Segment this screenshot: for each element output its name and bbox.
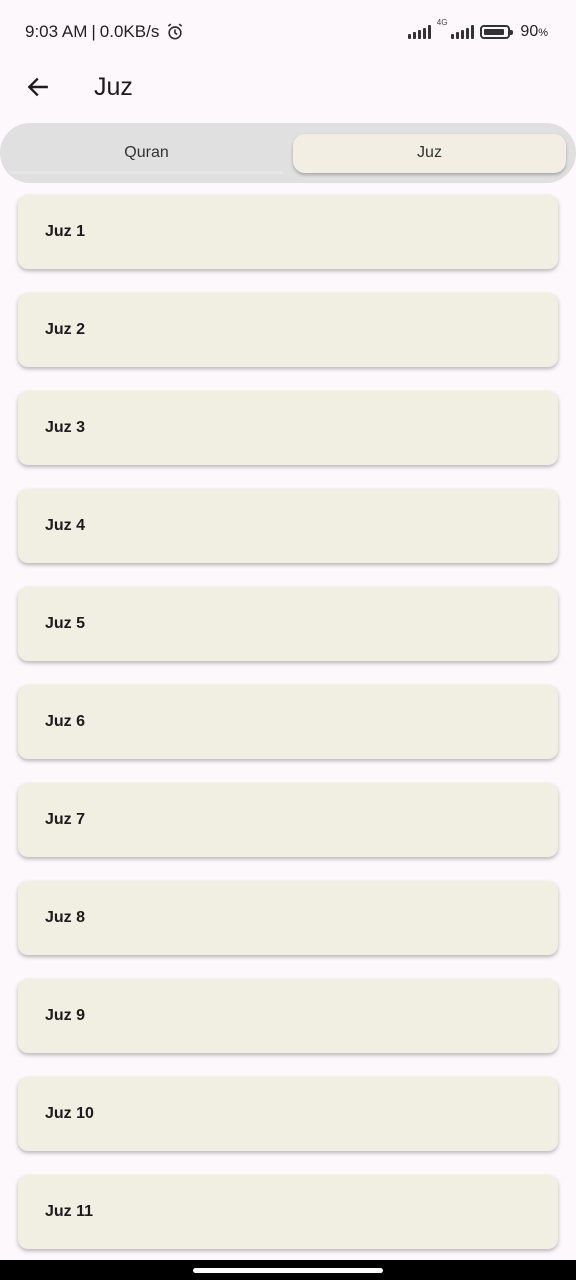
status-bar: 9:03 AM | 0.0KB/s 4G 90% [0, 0, 576, 64]
status-left: 9:03 AM | 0.0KB/s [25, 22, 185, 42]
juz-list-item[interactable]: Juz 9 [18, 979, 558, 1053]
tab-juz-label: Juz [417, 144, 442, 161]
network-type: 4G [436, 18, 448, 27]
juz-item-label: Juz 8 [45, 909, 86, 926]
tab-quran-label: Quran [124, 143, 169, 161]
segmented-tabs: Quran Juz [0, 123, 576, 183]
battery-percent: 90% [520, 23, 548, 41]
app-bar: Juz [0, 64, 576, 110]
system-nav-bar [0, 1260, 576, 1280]
juz-list-item[interactable]: Juz 2 [18, 293, 558, 367]
tab-juz[interactable]: Juz [293, 133, 566, 173]
juz-item-label: Juz 9 [45, 1007, 86, 1024]
juz-item-label: Juz 11 [45, 1203, 94, 1220]
juz-item-label: Juz 3 [45, 419, 86, 436]
battery-fill [484, 29, 505, 35]
juz-item-label: Juz 2 [45, 321, 86, 338]
juz-list-item[interactable]: Juz 7 [18, 783, 558, 857]
juz-screen: 9:03 AM | 0.0KB/s 4G 90% Juz Quran Juz J… [0, 0, 576, 1280]
juz-item-label: Juz 10 [45, 1105, 94, 1122]
battery-percent-value: 90 [520, 23, 539, 40]
status-time: 9:03 AM [25, 22, 88, 41]
juz-list-item[interactable]: Juz 5 [18, 587, 558, 661]
juz-list-item[interactable]: Juz 10 [18, 1077, 558, 1151]
alarm-icon [165, 22, 185, 42]
juz-item-label: Juz 5 [45, 615, 86, 632]
juz-item-label: Juz 7 [45, 811, 86, 828]
juz-list-item[interactable]: Juz 4 [18, 489, 558, 563]
signal-icon [407, 25, 431, 39]
signal-icon-secondary [451, 25, 475, 39]
status-right: 4G 90% [407, 19, 548, 41]
home-indicator[interactable] [193, 1267, 383, 1273]
battery-percent-sign: % [538, 27, 548, 39]
juz-list-item[interactable]: Juz 6 [18, 685, 558, 759]
status-separator: | [91, 22, 96, 41]
juz-list-item[interactable]: Juz 8 [18, 881, 558, 955]
juz-list-item[interactable]: Juz 11 [18, 1175, 558, 1249]
tab-quran[interactable]: Quran [10, 134, 283, 174]
juz-list-item[interactable]: Juz 1 [18, 195, 558, 269]
juz-item-label: Juz 1 [45, 223, 86, 240]
juz-item-label: Juz 4 [45, 517, 86, 534]
arrow-left-icon [25, 74, 51, 100]
juz-list-item[interactable]: Juz 3 [18, 391, 558, 465]
juz-item-label: Juz 6 [45, 713, 86, 730]
battery-icon [480, 25, 514, 39]
page-title: Juz [94, 72, 133, 101]
back-button[interactable] [18, 67, 58, 107]
network-speed: 0.0KB/s [99, 22, 160, 41]
juz-list: Juz 1 Juz 2 Juz 3 Juz 4 Juz 5 Juz 6 Juz … [18, 195, 558, 1273]
